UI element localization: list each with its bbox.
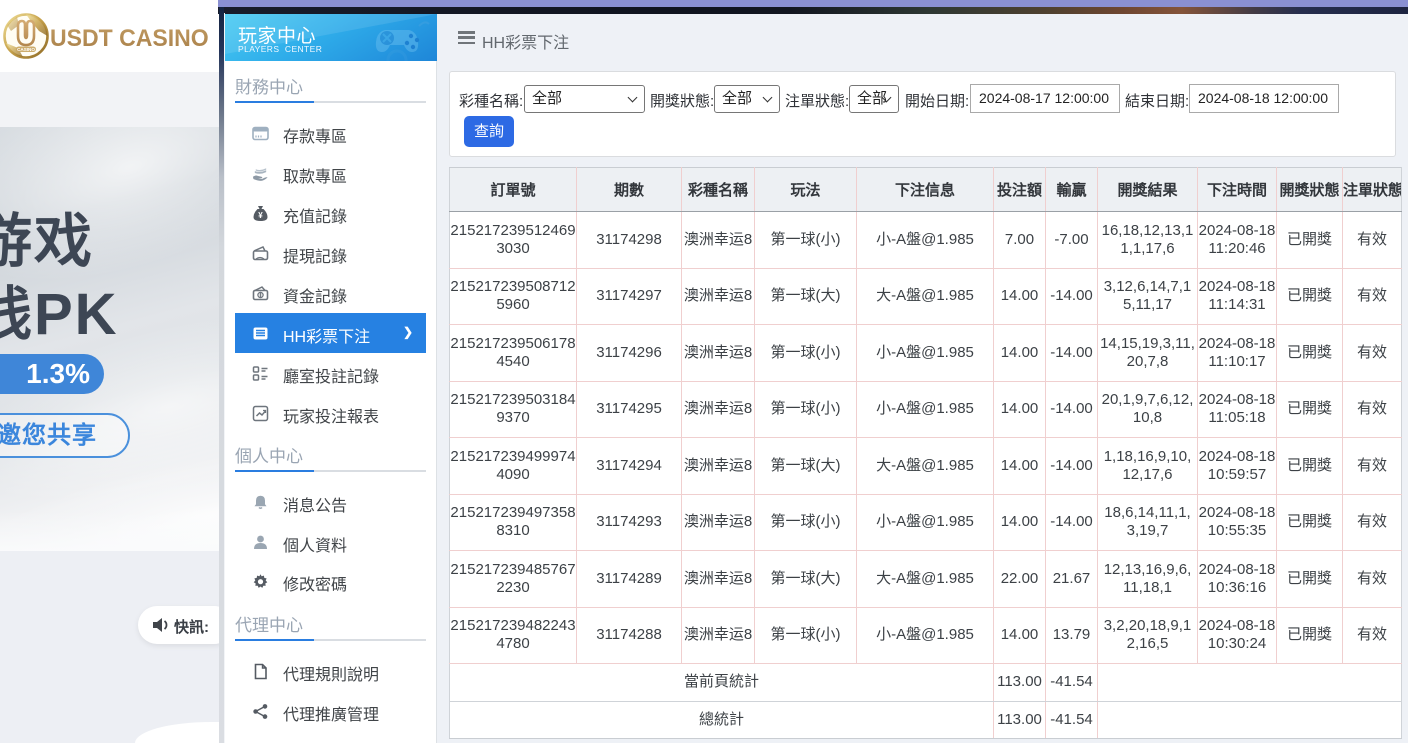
svg-text:CASINO: CASINO (17, 47, 35, 52)
svg-text:¥: ¥ (258, 211, 263, 220)
